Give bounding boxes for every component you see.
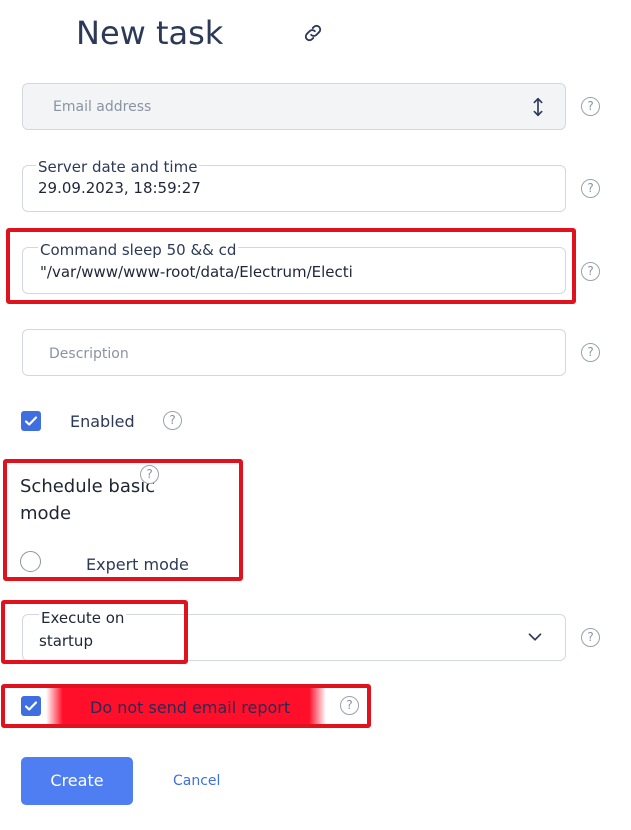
enabled-label: Enabled xyxy=(70,412,135,431)
description-help-icon[interactable]: ? xyxy=(581,343,600,362)
server-datetime-help-icon[interactable]: ? xyxy=(581,179,600,198)
email-report-checkbox[interactable] xyxy=(21,696,41,716)
check-icon xyxy=(24,416,38,426)
command-label: Command sleep 50 && cd xyxy=(38,241,239,259)
schedule-label-mode: mode xyxy=(20,503,72,524)
command-value: "/var/www/www-root/data/Electrum/Electi xyxy=(40,263,353,281)
enabled-help-icon[interactable]: ? xyxy=(163,411,182,430)
cancel-button[interactable]: Cancel xyxy=(173,773,220,789)
command-help-icon[interactable]: ? xyxy=(581,262,600,281)
expert-mode-radio[interactable] xyxy=(20,551,41,572)
schedule-label: Schedule basic xyxy=(20,476,156,497)
email-address-placeholder: Email address xyxy=(53,99,152,115)
email-report-help-icon[interactable]: ? xyxy=(340,696,359,715)
page-title: New task xyxy=(76,14,224,52)
email-address-select[interactable]: Email address xyxy=(22,83,566,130)
server-datetime-value: 29.09.2023, 18:59:27 xyxy=(38,179,201,197)
enabled-checkbox[interactable] xyxy=(21,411,41,431)
execute-label-line2: startup xyxy=(39,632,93,650)
chevron-down-icon xyxy=(528,633,542,641)
check-icon xyxy=(24,701,38,711)
email-help-icon[interactable]: ? xyxy=(581,97,600,116)
execute-help-icon[interactable]: ? xyxy=(581,628,600,647)
expert-mode-label: Expert mode xyxy=(86,555,189,574)
create-button[interactable]: Create xyxy=(21,757,133,805)
description-field[interactable]: Description xyxy=(22,329,566,376)
email-report-label: Do not send email report xyxy=(90,698,291,717)
sort-arrows-icon xyxy=(533,97,543,117)
link-icon[interactable] xyxy=(302,22,324,44)
server-datetime-label: Server date and time xyxy=(36,158,200,176)
execute-label-line1: Execute on xyxy=(39,609,127,628)
schedule-help-icon[interactable]: ? xyxy=(140,465,159,484)
description-placeholder: Description xyxy=(49,346,129,362)
